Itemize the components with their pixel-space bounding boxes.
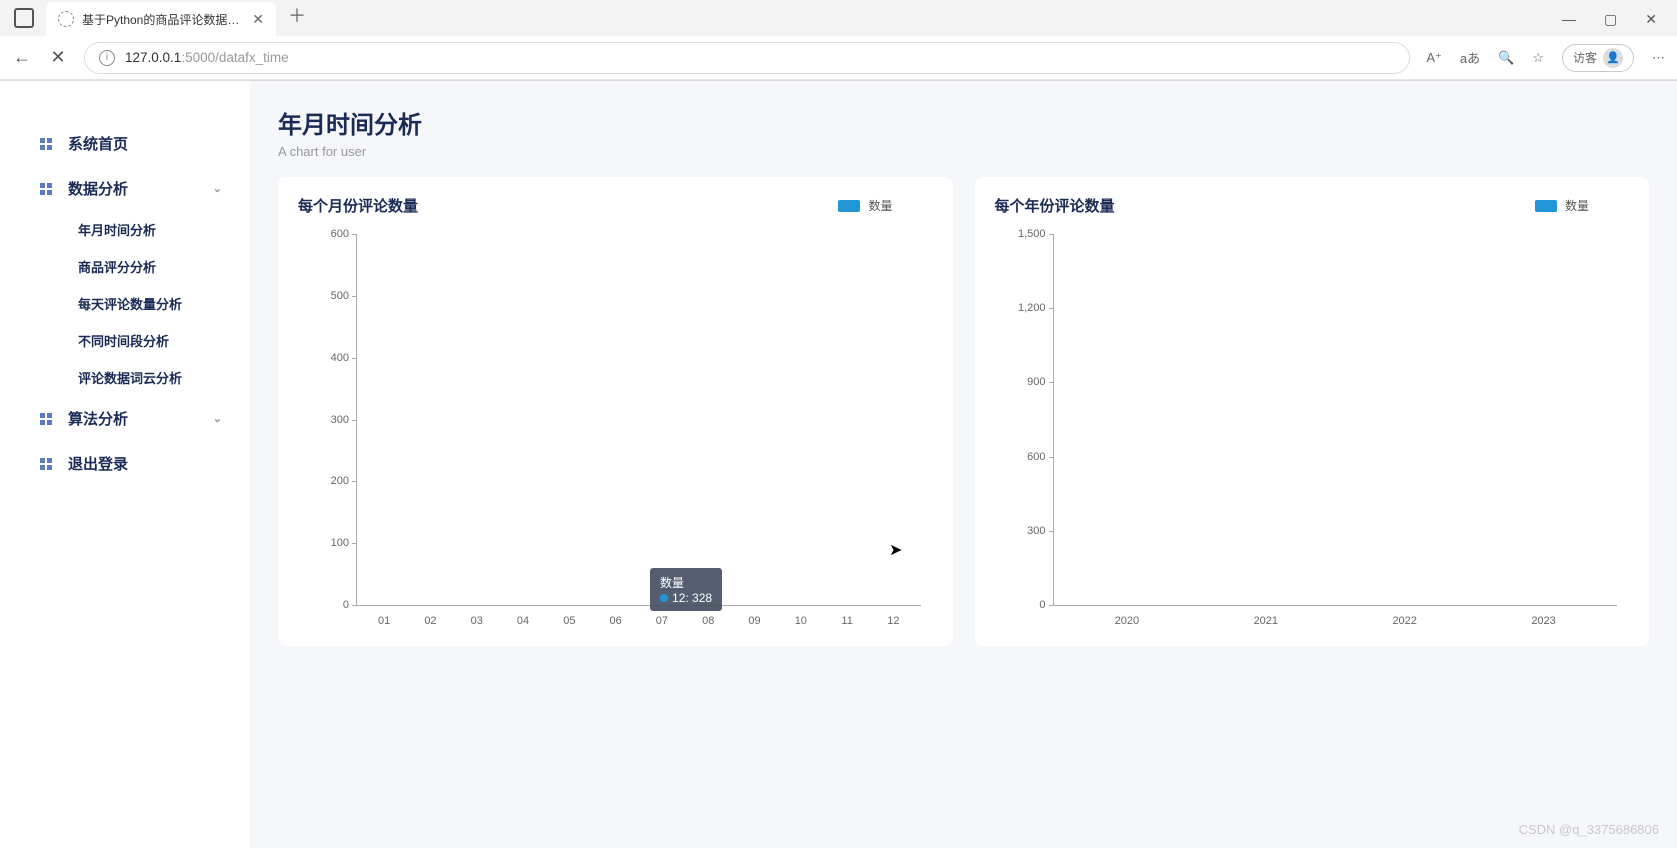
x-axis-label: 09	[748, 615, 760, 627]
tooltip-title: 数量	[660, 574, 712, 591]
legend-label: 数量	[1565, 197, 1589, 214]
legend-label: 数量	[868, 197, 892, 214]
chart-tooltip: 数量 12: 328	[650, 568, 722, 611]
sidebar-item-algo-analysis[interactable]: 算法分析 ⌄	[0, 396, 250, 441]
url-host: 127.0.0.1	[125, 50, 181, 65]
y-axis-label: 300	[331, 414, 349, 426]
profile-button[interactable]: 访客 👤	[1562, 44, 1634, 72]
address-bar: ← ✕ i 127.0.0.1:5000/datafx_time A⁺ aあ 🔍…	[0, 36, 1677, 80]
window-controls: — ▢ ✕	[1562, 11, 1677, 36]
sidebar-item-wordcloud-analysis[interactable]: 评论数据词云分析	[78, 359, 250, 396]
read-aloud-icon[interactable]: A⁺	[1426, 50, 1442, 66]
x-axis-label: 05	[563, 615, 575, 627]
x-axis-label: 07	[656, 615, 668, 627]
card-month-chart: 每个月份评论数量 数量 0 100 200 300 400 500 600 01 02 03 04…	[278, 177, 953, 646]
x-axis-label: 10	[795, 615, 807, 627]
y-axis-label: 300	[1027, 525, 1045, 537]
card-title: 每个月份评论数量	[298, 195, 418, 216]
legend: 数量	[1535, 197, 1589, 214]
sidebar-item-data-analysis[interactable]: 数据分析 ⌄	[0, 166, 250, 211]
more-icon[interactable]: ⋯	[1652, 50, 1665, 66]
x-axis-label: 06	[610, 615, 622, 627]
sidebar-item-label: 数据分析	[68, 178, 128, 199]
sidebar-item-period-analysis[interactable]: 不同时间段分析	[78, 322, 250, 359]
chart-year[interactable]: 0 300 600 900 1,200 1,500 2020 2021 2022 2023	[995, 226, 1630, 636]
grid-icon	[40, 138, 54, 150]
y-axis-label: 0	[343, 599, 349, 611]
y-axis-label: 400	[331, 352, 349, 364]
y-axis-label: 600	[1027, 451, 1045, 463]
close-window-icon[interactable]: ✕	[1645, 11, 1657, 28]
watermark: CSDN @q_3375686806	[1519, 822, 1659, 837]
legend-swatch	[838, 200, 860, 212]
card-year-chart: 每个年份评论数量 数量 0 300 600 900 1,200 1,500 2020 202…	[975, 177, 1650, 646]
x-axis-label: 2023	[1531, 615, 1555, 627]
y-axis-label: 0	[1039, 599, 1045, 611]
y-axis-label: 100	[331, 537, 349, 549]
minimize-icon[interactable]: —	[1562, 11, 1576, 28]
url-input[interactable]: i 127.0.0.1:5000/datafx_time	[84, 42, 1410, 74]
x-axis-label: 02	[424, 615, 436, 627]
browser-tab[interactable]: 基于Python的商品评论数据采集 ✕	[46, 2, 276, 36]
url-path: :5000/datafx_time	[181, 50, 288, 65]
card-title: 每个年份评论数量	[995, 195, 1115, 216]
y-axis-label: 1,500	[1018, 228, 1046, 240]
sidebar-item-label: 系统首页	[68, 133, 128, 154]
chart-month[interactable]: 0 100 200 300 400 500 600 01 02 03 04 05 06 07 08 09 10…	[298, 226, 933, 636]
loading-icon	[58, 11, 74, 27]
chevron-down-icon: ⌄	[213, 182, 222, 195]
sidebar-item-logout[interactable]: 退出登录	[0, 441, 250, 486]
chevron-down-icon: ⌄	[213, 412, 222, 425]
back-button[interactable]: ←	[12, 47, 32, 68]
sidebar-item-label: 退出登录	[68, 453, 128, 474]
tab-title: 基于Python的商品评论数据采集	[82, 11, 244, 28]
x-axis-label: 01	[378, 615, 390, 627]
favorite-icon[interactable]: ☆	[1532, 50, 1544, 66]
app: 系统首页 数据分析 ⌄ 年月时间分析 商品评分分析 每天评论数量分析 不同时间段…	[0, 81, 1677, 848]
legend: 数量	[838, 197, 892, 214]
grid-icon	[40, 458, 54, 470]
sidebar-item-label: 算法分析	[68, 408, 128, 429]
close-tab-icon[interactable]: ✕	[252, 11, 264, 28]
maximize-icon[interactable]: ▢	[1604, 11, 1617, 28]
legend-swatch	[1535, 200, 1557, 212]
x-axis-label: 2022	[1392, 615, 1416, 627]
translate-icon[interactable]: aあ	[1460, 48, 1480, 67]
x-axis-label: 04	[517, 615, 529, 627]
x-axis-label: 08	[702, 615, 714, 627]
sidebar-item-daily-analysis[interactable]: 每天评论数量分析	[78, 285, 250, 322]
x-axis-label: 2021	[1254, 615, 1278, 627]
site-info-icon[interactable]: i	[99, 50, 115, 66]
browser-chrome: 基于Python的商品评论数据采集 ✕ ＋ — ▢ ✕ ← ✕ i 127.0.…	[0, 0, 1677, 81]
search-icon[interactable]: 🔍	[1498, 50, 1514, 66]
page-title: 年月时间分析	[278, 105, 1649, 140]
stop-button[interactable]: ✕	[48, 47, 68, 68]
x-axis-label: 11	[841, 615, 852, 627]
y-axis-label: 600	[331, 228, 349, 240]
tooltip-value: 12: 328	[672, 591, 712, 605]
visitor-label: 访客	[1573, 49, 1597, 66]
page-subtitle: A chart for user	[278, 144, 1649, 159]
tabs-overview-icon[interactable]	[14, 8, 34, 28]
y-axis-label: 900	[1027, 376, 1045, 388]
tab-bar: 基于Python的商品评论数据采集 ✕ ＋ — ▢ ✕	[0, 0, 1677, 36]
y-axis-label: 500	[331, 290, 349, 302]
grid-icon	[40, 413, 54, 425]
x-axis-label: 12	[887, 615, 899, 627]
content: 年月时间分析 A chart for user 每个月份评论数量 数量 0100…	[250, 81, 1677, 848]
grid-icon	[40, 183, 54, 195]
avatar-icon: 👤	[1603, 48, 1623, 68]
x-axis-label: 2020	[1115, 615, 1139, 627]
submenu-data-analysis: 年月时间分析 商品评分分析 每天评论数量分析 不同时间段分析 评论数据词云分析	[0, 211, 250, 396]
y-axis-label: 200	[331, 475, 349, 487]
sidebar: 系统首页 数据分析 ⌄ 年月时间分析 商品评分分析 每天评论数量分析 不同时间段…	[0, 81, 250, 848]
y-axis-label: 1,200	[1018, 302, 1046, 314]
sidebar-item-rating-analysis[interactable]: 商品评分分析	[78, 248, 250, 285]
new-tab-button[interactable]: ＋	[288, 2, 306, 28]
x-axis-label: 03	[471, 615, 483, 627]
sidebar-item-home[interactable]: 系统首页	[0, 121, 250, 166]
sidebar-item-time-analysis[interactable]: 年月时间分析	[78, 211, 250, 248]
